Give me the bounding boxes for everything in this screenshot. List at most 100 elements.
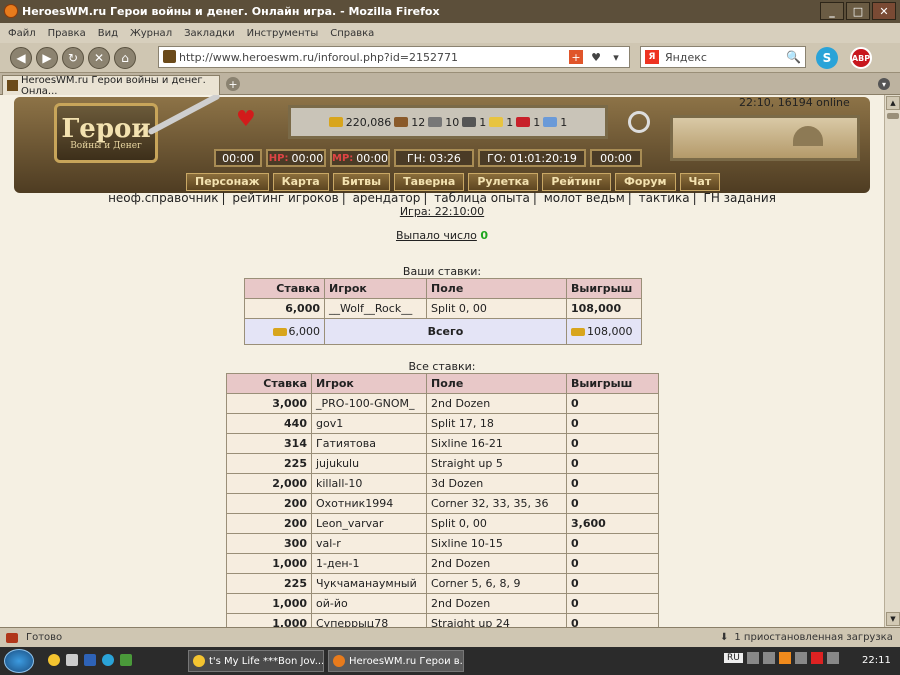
result-value: 0 [480,229,489,242]
cell-player[interactable]: killall-10 [311,473,427,494]
save-icon[interactable] [84,654,96,666]
scroll-up-icon[interactable]: ▲ [886,96,900,110]
downloads-status[interactable]: ⬇ 1 приостановленная загрузка [720,632,893,643]
result-label[interactable]: Выпало число [396,229,477,242]
link-player-rating[interactable]: рейтинг игроков [232,191,338,205]
game-time-link[interactable]: Игра: 22:10:00 [400,205,484,218]
link-witch-hammer[interactable]: молот ведьм [544,191,625,205]
tab-list-icon[interactable]: ▾ [878,78,890,90]
cell-player[interactable]: _PRO-100-GNOM_ [311,393,427,414]
ring-icon[interactable] [628,111,650,133]
reload-button[interactable]: ↻ [62,46,84,69]
link-handbook[interactable]: неоф.справочник [108,191,218,205]
search-placeholder: Яндекс [665,50,707,64]
taskbar-item-player[interactable]: t's My Life ***Bon Jov... [188,650,324,672]
close-button[interactable]: ✕ [872,2,896,20]
minimize-button[interactable]: _ [820,2,844,20]
back-button[interactable]: ◀ [10,46,32,69]
flag-icon[interactable] [810,652,823,664]
sword-icon [147,95,221,136]
cell-player[interactable]: jujukulu [311,453,427,474]
cell-player[interactable]: gov1 [311,413,427,434]
maximize-button[interactable]: □ [846,2,870,20]
nav-map[interactable]: Карта [272,173,329,191]
cell-player[interactable]: Leon_varvar [311,513,427,534]
scroll-thumb[interactable] [887,113,899,119]
col-player: Игрок [324,278,427,299]
menu-file[interactable]: Файл [8,28,36,39]
table-row: 3,000 _PRO-100-GNOM_ 2nd Dozen 0 [226,393,659,414]
nav-roulette[interactable]: Рулетка [468,173,539,191]
cell-field: 2nd Dozen [426,593,567,614]
stop-button[interactable]: ✕ [88,46,110,69]
wood-icon [394,117,409,127]
nav-chat[interactable]: Чат [679,173,721,191]
media-icon[interactable] [778,652,791,664]
nav-forum[interactable]: Форум [615,173,676,191]
skype-quick-icon[interactable] [102,654,114,666]
utility-icon[interactable] [120,654,132,666]
tab-favicon [7,80,18,91]
link-tactics[interactable]: тактика [639,191,690,205]
addon-heart-icon[interactable]: ♥ [589,50,603,64]
new-tab-button[interactable]: + [226,77,240,91]
total-label: Всего [324,318,567,345]
nav-rating[interactable]: Рейтинг [542,173,612,191]
menu-view[interactable]: Вид [98,28,118,39]
volume-icon[interactable] [826,652,839,664]
table-row: 440 gov1 Split 17, 18 0 [226,413,659,434]
cell-player[interactable]: Охотник1994 [311,493,427,514]
col-field: Поле [426,373,567,394]
aimp-icon[interactable] [48,654,60,666]
total-row: 6,000 Всего 108,000 [244,318,642,345]
link-exp-table[interactable]: таблица опыта [434,191,530,205]
menu-history[interactable]: Журнал [130,28,172,39]
taskbar-item-firefox[interactable]: HeroesWM.ru Герои в... [328,650,464,672]
cell-bet: 225 [226,453,312,474]
url-bar[interactable]: http://www.heroeswm.ru/inforoul.php?id=2… [158,46,630,68]
cell-player[interactable]: Чукчаманаумный [311,573,427,594]
cell-player[interactable]: val-r [311,533,427,554]
health-heart-icon: ♥ [236,107,256,132]
nav-character[interactable]: Персонаж [186,173,269,191]
cell-field: Corner 5, 6, 8, 9 [426,573,567,594]
network-icon[interactable] [794,652,807,664]
nav-battles[interactable]: Битвы [332,173,391,191]
dropdown-arrow-icon[interactable]: ▾ [609,50,623,64]
menu-bookmarks[interactable]: Закладки [184,28,235,39]
cell-bet: 200 [226,513,312,534]
cell-player[interactable]: ой-йо [311,593,427,614]
status-icon [6,633,18,643]
forward-button[interactable]: ▶ [36,46,58,69]
game-logo[interactable]: Герои Войны и Денег [54,103,158,163]
addon-plus-icon[interactable]: + [569,50,583,64]
ore-icon [428,117,443,127]
scroll-down-icon[interactable]: ▼ [886,612,900,626]
adblock-icon[interactable]: ABP [850,47,872,69]
menu-tools[interactable]: Инструменты [247,28,319,39]
downloads-text: 1 приостановленная загрузка [734,632,893,643]
search-icon[interactable]: 🔍 [786,50,801,64]
help-icon[interactable] [746,652,759,664]
menu-edit[interactable]: Правка [48,28,86,39]
cell-player[interactable]: Суперрыц78 [311,613,427,627]
start-button[interactable] [4,649,34,673]
language-indicator[interactable]: RU [724,653,743,663]
cell-player[interactable]: __Wolf__Rock__ [324,298,427,319]
cell-bet: 314 [226,433,312,454]
menu-help[interactable]: Справка [330,28,374,39]
link-gn-tasks[interactable]: ГН задания [704,191,776,205]
nav-tavern[interactable]: Таверна [394,173,465,191]
cell-player[interactable]: Гатиятова [311,433,427,454]
cell-field: Straight up 5 [426,453,567,474]
desktop-icon[interactable] [66,654,78,666]
tab-heroeswm[interactable]: HeroesWM.ru Герои войны и денег. Онла... [2,75,220,97]
vertical-scrollbar[interactable]: ▲ ▼ [884,95,900,627]
cell-bet: 1,000 [226,613,312,627]
cell-player[interactable]: 1-ден-1 [311,553,427,574]
home-button[interactable]: ⌂ [114,46,136,69]
link-tenant[interactable]: арендатор [353,191,421,205]
skype-icon[interactable]: S [816,47,838,69]
tray-icon[interactable] [762,652,775,664]
search-box[interactable]: Я Яндекс 🔍 [640,46,806,68]
